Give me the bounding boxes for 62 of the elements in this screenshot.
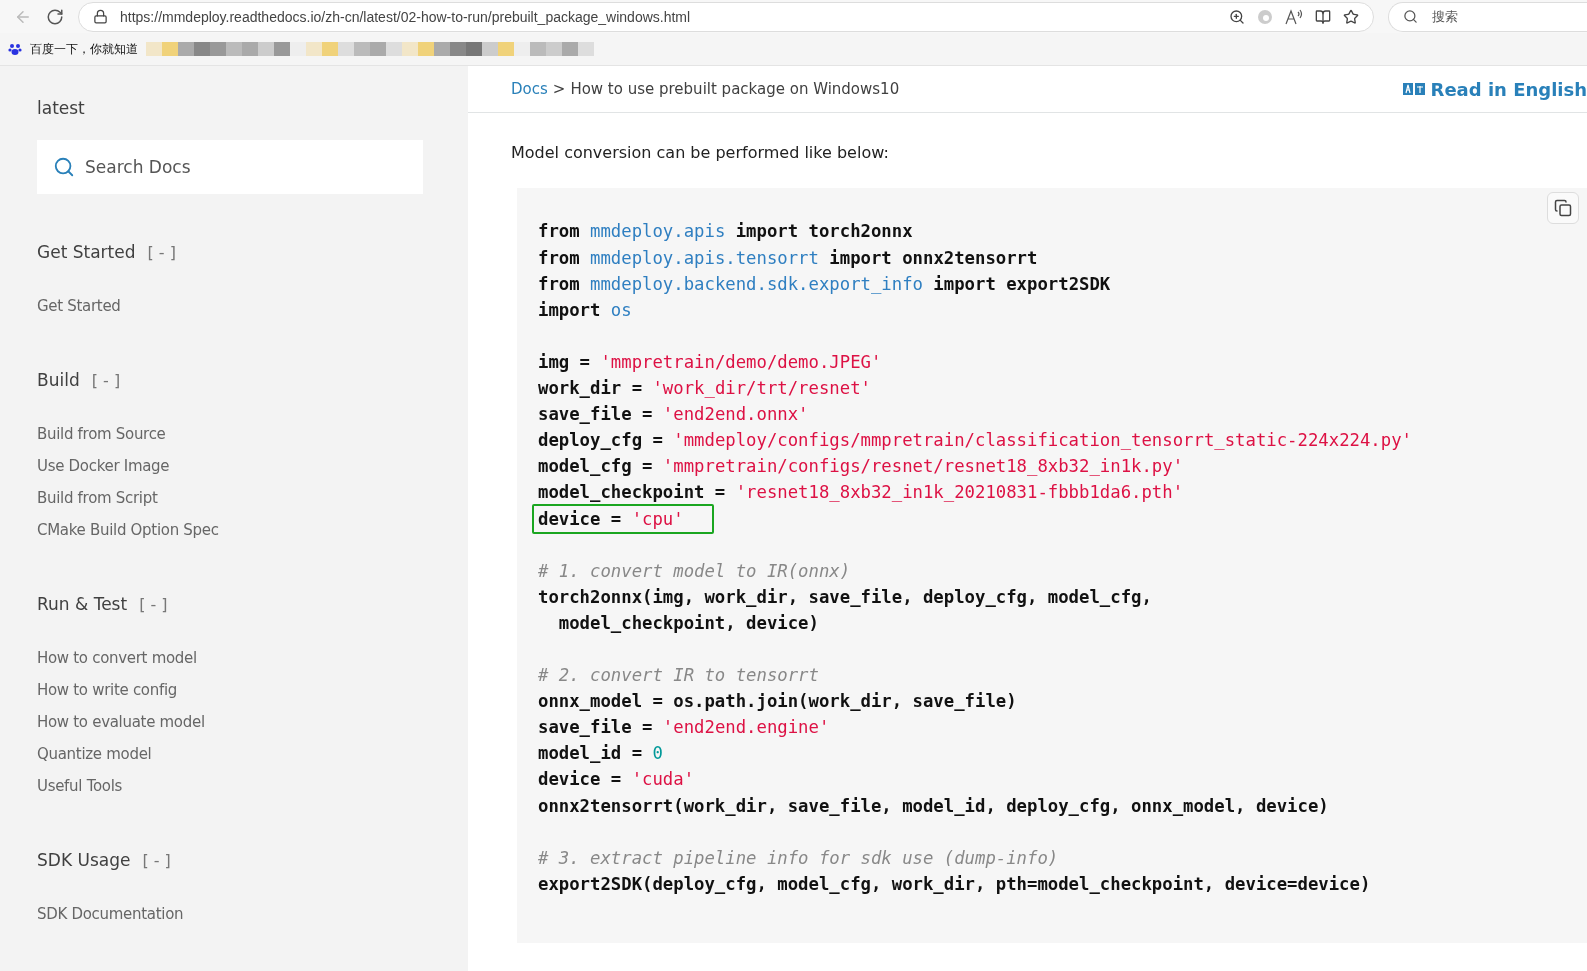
collapse-toggle[interactable]: [ - ] xyxy=(142,850,171,870)
search-icon xyxy=(1403,9,1418,24)
nav-link[interactable]: Useful Tools xyxy=(37,770,123,802)
nav-link[interactable]: Quantize model xyxy=(37,738,152,770)
zoom-icon[interactable] xyxy=(1229,8,1245,25)
code-line: device = 'cuda' xyxy=(537,768,696,792)
breadcrumb-current: How to use prebuilt package on Windows10 xyxy=(570,80,900,99)
code-line: model_checkpoint, device) xyxy=(557,611,820,635)
code-line: deploy_cfg = 'mmdeploy/configs/mmpretrain/classification_tensorrt_static-224x224.py' xyxy=(537,429,1413,453)
search-icon xyxy=(53,156,75,178)
browser-search-field[interactable]: 搜索 xyxy=(1388,1,1587,32)
code-line: export2SDK(deploy_cfg, model_cfg, work_dir, pth=model_checkpoint, device=device) xyxy=(537,872,1372,896)
reader-icon[interactable] xyxy=(1315,8,1331,25)
lock-icon xyxy=(93,9,108,24)
nav-link[interactable]: SDK Documentation xyxy=(37,898,184,930)
nav-link[interactable]: How to write config xyxy=(37,674,177,706)
language-link[interactable]: Read in English xyxy=(1402,78,1587,100)
code-line: onnx2tensorrt(work_dir, save_file, model_id, deploy_cfg, onnx_model, device) xyxy=(537,794,1330,818)
intro-text: Model conversion can be performed like below: xyxy=(511,143,890,163)
nav-link[interactable]: Use Docker Image xyxy=(37,450,170,482)
code-line: work_dir = 'work_dir/trt/resnet' xyxy=(537,377,872,401)
code-line: model_id = 0 xyxy=(537,742,664,766)
code-line: # 3. extract pipeline info for sdk use (dump-info) xyxy=(537,846,1060,870)
code-line: save_file = 'end2end.onnx' xyxy=(537,403,810,427)
nav-link[interactable]: How to convert model xyxy=(37,642,197,674)
code-line: onnx_model = os.path.join(work_dir, save_file) xyxy=(537,690,1018,714)
code-line: torch2onnx(img, work_dir, save_file, deploy_cfg, model_cfg, xyxy=(537,585,1153,609)
bookmark-link[interactable]: 百度一下，你就知道 xyxy=(30,40,138,58)
search-field[interactable]: Search Docs xyxy=(37,140,423,194)
section-title[interactable]: SDK Usage xyxy=(37,850,131,870)
section-title[interactable]: Run & Test xyxy=(37,594,128,614)
copy-button[interactable] xyxy=(1547,192,1579,225)
code-line: save_file = 'end2end.engine' xyxy=(537,716,831,740)
copy-icon xyxy=(1554,199,1572,218)
breadcrumb-link[interactable]: Docs xyxy=(511,80,548,99)
address-bar[interactable]: https://mmdeploy.readthedocs.io/zh-cn/latest/02-how-to-run/prebuilt_package_windows.html xyxy=(78,1,1374,32)
refresh-icon[interactable] xyxy=(46,7,64,26)
version-label: latest xyxy=(37,98,86,118)
nav-link[interactable]: How to evaluate model xyxy=(37,706,205,738)
nav-link[interactable]: Get Started xyxy=(37,290,121,322)
collapse-toggle[interactable]: [ - ] xyxy=(139,594,168,614)
translate-icon xyxy=(1402,82,1425,97)
section-title[interactable]: Build xyxy=(37,370,80,390)
code-line: import os xyxy=(537,298,633,322)
read-aloud-icon[interactable] xyxy=(1285,8,1303,25)
code-line: # 2. convert IR to tensorrt xyxy=(537,664,820,688)
collapse-toggle[interactable]: [ - ] xyxy=(147,242,176,262)
code-line: img = 'mmpretrain/demo/demo.JPEG' xyxy=(537,350,883,374)
breadcrumb-separator: > xyxy=(552,80,566,99)
section-title[interactable]: Get Started xyxy=(37,242,136,262)
code-line: model_checkpoint = 'resnet18_8xb32_in1k_20210831-fbbb1da6.pth' xyxy=(537,481,1185,505)
favorite-icon[interactable] xyxy=(1343,8,1359,25)
code-line: from mmdeploy.backend.sdk.export_info import export2SDK xyxy=(537,272,1112,296)
paw-icon xyxy=(8,42,22,56)
nav-link[interactable]: CMake Build Option Spec xyxy=(37,514,219,546)
code-line: from mmdeploy.apis.tensorrt import onnx2tensorrt xyxy=(537,246,1039,270)
code-line: # 1. convert model to IR(onnx) xyxy=(537,559,852,583)
code-line: from mmdeploy.apis import torch2onnx xyxy=(537,220,914,244)
nav-link[interactable]: Build from Source xyxy=(37,418,166,450)
nav-link[interactable]: Build from Script xyxy=(37,482,158,514)
code-line: model_cfg = 'mmpretrain/configs/resnet/resnet18_8xb32_in1k.py' xyxy=(537,455,1185,479)
collapse-toggle[interactable]: [ - ] xyxy=(91,370,121,390)
